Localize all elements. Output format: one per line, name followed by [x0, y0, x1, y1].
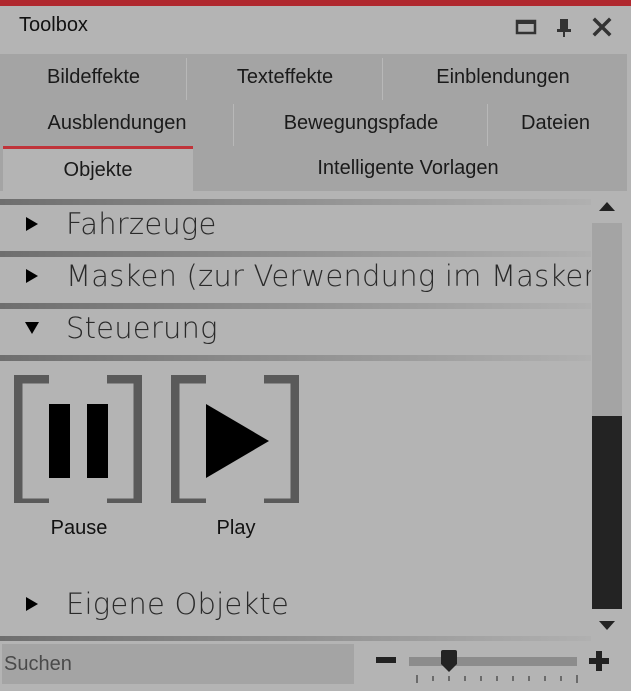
- group-title: Fahrzeuge: [66, 207, 217, 241]
- expand-arrow-icon: [26, 217, 38, 231]
- group-header-masken[interactable]: Masken (zur Verwendung im Masken...: [0, 251, 591, 303]
- tab-texteffekte[interactable]: Texteffekte: [187, 54, 383, 100]
- tab-objekte[interactable]: Objekte: [3, 146, 193, 191]
- divider: [0, 355, 591, 361]
- tab-bildeffekte[interactable]: Bildeffekte: [0, 54, 187, 100]
- zoom-slider[interactable]: [405, 650, 580, 686]
- tab-einblendungen[interactable]: Einblendungen: [383, 54, 623, 100]
- pause-icon: [14, 375, 142, 503]
- object-play[interactable]: Play: [171, 375, 301, 540]
- tab-row: Ausblendungen Bewegungspfade Dateien: [0, 100, 627, 146]
- tab-row: Objekte Intelligente Vorlagen: [0, 146, 627, 191]
- scroll-up-icon[interactable]: [598, 199, 616, 213]
- pin-button[interactable]: [552, 16, 576, 38]
- divider: [0, 303, 591, 309]
- slider-ticks: [416, 675, 578, 683]
- object-label: Pause: [50, 517, 108, 539]
- maximize-icon: [515, 19, 537, 35]
- object-list: Fahrzeuge Masken (zur Verwendung im Mask…: [0, 199, 591, 639]
- plus-icon[interactable]: [588, 650, 610, 672]
- object-pause[interactable]: Pause: [14, 375, 144, 540]
- group-header-fahrzeuge[interactable]: Fahrzeuge: [0, 199, 591, 251]
- scroll-down-icon[interactable]: [598, 619, 616, 633]
- scrollbar-track[interactable]: [592, 223, 622, 609]
- group-header-steuerung[interactable]: Steuerung: [0, 303, 591, 355]
- slider-track[interactable]: [409, 657, 577, 666]
- close-icon: [592, 17, 612, 37]
- group-header-eigene-objekte[interactable]: Eigene Objekte: [0, 587, 591, 639]
- slider-thumb[interactable]: [440, 650, 458, 672]
- vertical-scrollbar[interactable]: [592, 199, 622, 639]
- tab-dateien[interactable]: Dateien: [488, 100, 623, 146]
- expand-arrow-icon: [26, 597, 38, 611]
- play-icon: [171, 375, 299, 503]
- group-title: Eigene Objekte: [66, 587, 290, 621]
- collapse-arrow-icon: [25, 322, 39, 334]
- window-title: Toolbox: [19, 14, 88, 36]
- pin-icon: [557, 19, 571, 37]
- divider: [0, 199, 591, 205]
- group-title: Masken (zur Verwendung im Masken...: [66, 259, 591, 293]
- scrollbar-thumb[interactable]: [592, 416, 622, 609]
- tab-intelligente-vorlagen[interactable]: Intelligente Vorlagen: [193, 146, 623, 191]
- group-content-steuerung: Pause Play: [0, 355, 591, 591]
- tab-bewegungspfade[interactable]: Bewegungspfade: [234, 100, 488, 146]
- divider: [0, 251, 591, 257]
- group-title: Steuerung: [66, 311, 218, 345]
- title-bar: Toolbox: [0, 6, 631, 54]
- tab-ausblendungen[interactable]: Ausblendungen: [0, 100, 234, 146]
- close-button[interactable]: [590, 16, 614, 38]
- minus-icon[interactable]: [375, 654, 397, 666]
- tab-row: Bildeffekte Texteffekte Einblendungen: [0, 54, 627, 100]
- divider: [0, 636, 591, 641]
- search-input[interactable]: [2, 644, 354, 684]
- object-label: Play: [216, 517, 256, 539]
- tab-bar: Bildeffekte Texteffekte Einblendungen Au…: [0, 54, 627, 191]
- expand-arrow-icon: [26, 269, 38, 283]
- maximize-button[interactable]: [514, 16, 538, 38]
